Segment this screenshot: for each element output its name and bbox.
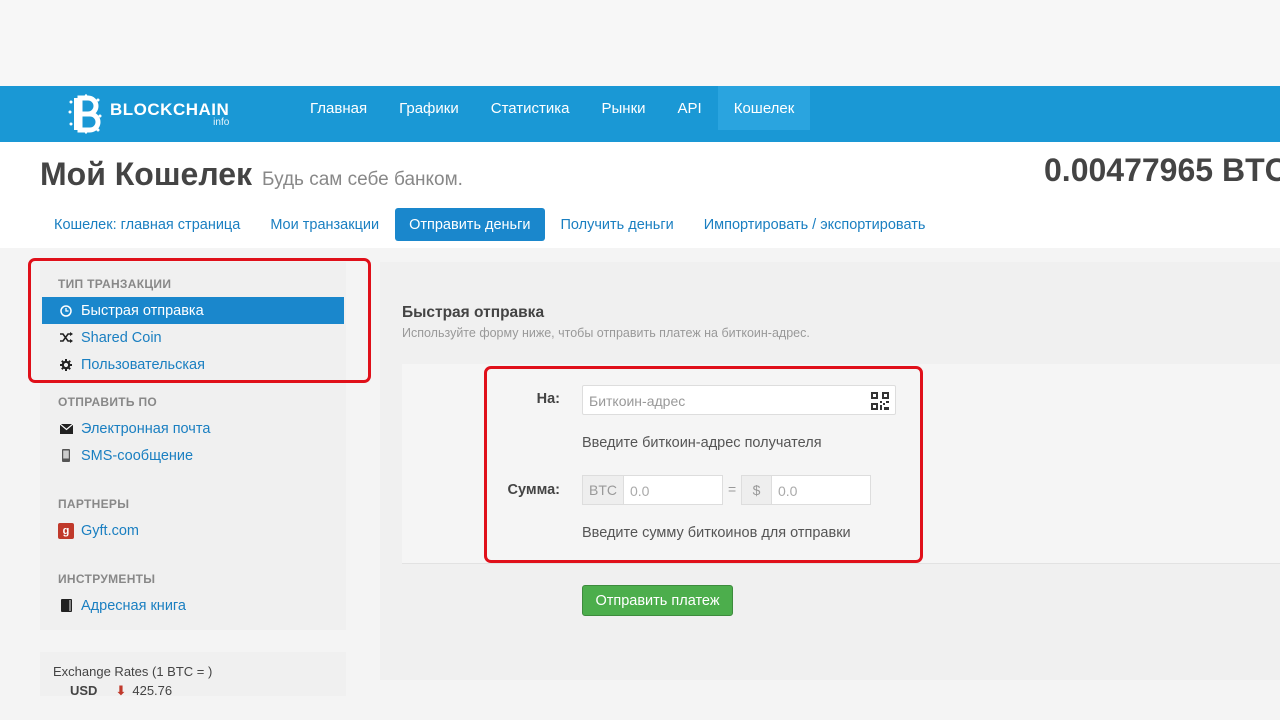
sidebar-item-label: Shared Coin	[81, 329, 162, 346]
tab-wallet-home[interactable]: Кошелек: главная страница	[40, 208, 254, 241]
tab-receive-money[interactable]: Получить деньги	[547, 208, 688, 241]
nav-api[interactable]: API	[662, 86, 718, 130]
btc-addon: BTC	[582, 475, 624, 505]
clock-icon	[58, 303, 74, 319]
exchange-rates-panel: Exchange Rates (1 BTC = ) USD ⬇ 425.76	[40, 652, 346, 696]
qr-code-icon[interactable]	[871, 392, 889, 410]
address-help-text: Введите биткоин-адрес получателя	[582, 435, 822, 451]
exchange-rates-value: 425.76	[132, 683, 173, 696]
nav-markets[interactable]: Рынки	[586, 86, 662, 130]
sidebar-item-shared-coin[interactable]: Shared Coin	[40, 324, 346, 351]
wallet-balance[interactable]: 0.00477965 BTC	[1044, 152, 1280, 189]
sidebar-section-partners: ПАРТНЕРЫ g Gyft.com	[40, 497, 346, 544]
nav-charts[interactable]: Графики	[383, 86, 475, 130]
navbar: BLOCKCHAIN info Главная Графики Статисти…	[0, 86, 1280, 142]
sidebar-item-label: Пользовательская	[81, 356, 205, 373]
nav-wallet[interactable]: Кошелек	[717, 86, 811, 130]
blockchain-logo[interactable]: BLOCKCHAIN info	[68, 86, 229, 142]
arrow-down-icon: ⬇	[115, 683, 127, 696]
top-blank-area	[0, 0, 1280, 86]
exchange-rates-title: Exchange Rates (1 BTC = )	[53, 664, 213, 679]
wallet-header: Мой Кошелек Будь сам себе банком. 0.0047…	[0, 142, 1280, 248]
sidebar-heading-tx-type: ТИП ТРАНЗАКЦИИ	[58, 277, 172, 291]
wallet-tabs: Кошелек: главная страница Мои транзакции…	[40, 208, 941, 241]
sidebar-item-label: Адресная книга	[81, 597, 186, 614]
sidebar-item-label: Быстрая отправка	[81, 302, 204, 319]
panel-subtitle: Используйте форму ниже, чтобы отправить …	[402, 326, 810, 340]
sidebar-item-label: Электронная почта	[81, 420, 211, 437]
sidebar-item-sms[interactable]: SMS-сообщение	[40, 442, 346, 469]
sidebar-item-custom[interactable]: Пользовательская	[40, 351, 346, 378]
book-icon	[58, 598, 74, 614]
bottom-strip	[0, 696, 1280, 720]
to-label: На:	[536, 391, 560, 407]
blockchain-logo-icon	[68, 94, 102, 134]
nav-stats[interactable]: Статистика	[475, 86, 586, 130]
send-payment-button[interactable]: Отправить платеж	[582, 585, 733, 616]
gyft-icon: g	[58, 522, 74, 539]
sidebar-item-address-book[interactable]: Адресная книга	[40, 592, 346, 619]
logo-subtitle: info	[213, 116, 230, 128]
nav-home[interactable]: Главная	[294, 86, 383, 130]
usd-addon: $	[741, 475, 772, 505]
amount-help-text: Введите сумму биткоинов для отправки	[582, 525, 851, 541]
envelope-icon	[58, 421, 74, 437]
page-tagline: Будь сам себе банком.	[262, 169, 463, 190]
sidebar-item-label: Gyft.com	[81, 522, 140, 539]
sidebar-section-tx-type: ТИП ТРАНЗАКЦИИ Быстрая отправка Shared C…	[40, 277, 346, 378]
tab-send-money[interactable]: Отправить деньги	[395, 208, 545, 241]
usd-amount-input[interactable]: 0.0	[771, 475, 871, 505]
logo-title: BLOCKCHAIN	[110, 99, 230, 119]
exchange-rates-currency: USD	[70, 683, 98, 696]
btc-amount-input[interactable]: 0.0	[623, 475, 723, 505]
sidebar-item-quick-send[interactable]: Быстрая отправка	[42, 297, 344, 324]
page-title: Мой Кошелек	[40, 156, 253, 192]
sidebar-item-label: SMS-сообщение	[81, 447, 194, 464]
tab-import-export[interactable]: Импортировать / экспортировать	[690, 208, 940, 241]
sidebar-heading-tools: ИНСТРУМЕНТЫ	[58, 572, 156, 586]
sidebar-section-tools: ИНСТРУМЕНТЫ Адресная книга	[40, 572, 346, 619]
sidebar-section-send-by: ОТПРАВИТЬ ПО Электронная почта SMS-сообщ…	[40, 395, 346, 469]
sidebar-item-email[interactable]: Электронная почта	[40, 415, 346, 442]
sidebar: ТИП ТРАНЗАКЦИИ Быстрая отправка Shared C…	[40, 262, 346, 630]
shuffle-icon	[58, 330, 74, 346]
main-nav: Главная Графики Статистика Рынки API Кош…	[294, 86, 811, 142]
panel-title: Быстрая отправка	[402, 304, 545, 321]
tab-my-transactions[interactable]: Мои транзакции	[256, 208, 393, 241]
phone-icon	[58, 448, 74, 464]
sidebar-heading-partners: ПАРТНЕРЫ	[58, 497, 130, 511]
bitcoin-address-input[interactable]: Биткоин-адрес	[582, 385, 896, 415]
equals-sign: =	[728, 481, 737, 497]
sidebar-heading-send-by: ОТПРАВИТЬ ПО	[58, 395, 158, 409]
sidebar-item-gyft[interactable]: g Gyft.com	[40, 517, 346, 544]
address-placeholder: Биткоин-адрес	[589, 393, 686, 409]
gear-icon	[58, 357, 74, 373]
amount-label: Сумма:	[507, 482, 561, 498]
